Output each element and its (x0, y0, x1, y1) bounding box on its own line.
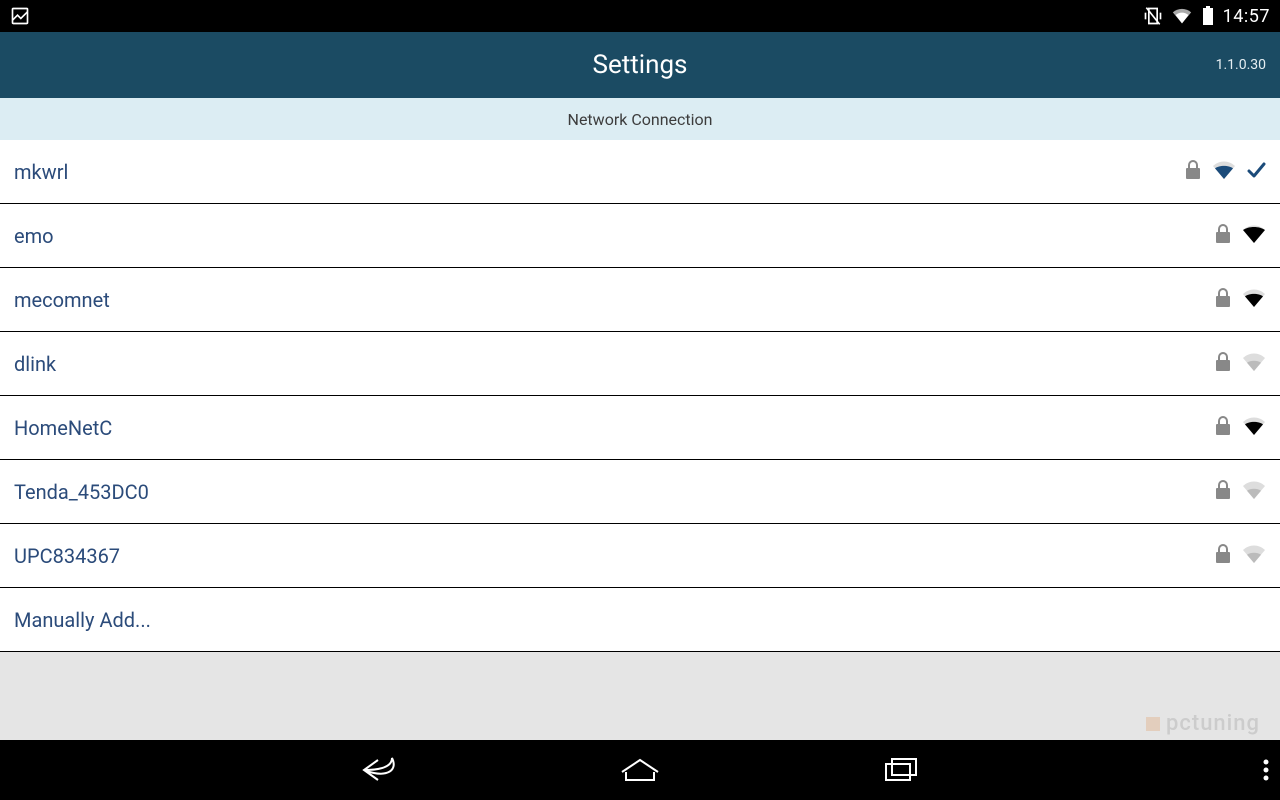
nav-recent-button[interactable] (870, 750, 930, 790)
wifi-ssid-label: mecomnet (14, 288, 1214, 312)
wifi-status-icon (1171, 6, 1193, 26)
watermark: pctuning (1146, 711, 1260, 736)
nav-home-button[interactable] (610, 750, 670, 790)
wifi-network-row[interactable]: Tenda_453DC0 (0, 460, 1280, 524)
section-header-label: Network Connection (568, 110, 713, 129)
lock-icon (1214, 352, 1232, 376)
wifi-signal-icon (1242, 223, 1266, 249)
wifi-ssid-label: dlink (14, 352, 1214, 376)
wifi-row-icons (1214, 223, 1266, 249)
app-header: Settings 1.1.0.30 (0, 32, 1280, 98)
status-clock: 14:57 (1223, 6, 1270, 27)
wifi-network-row[interactable]: dlink (0, 332, 1280, 396)
wifi-signal-icon (1242, 415, 1266, 441)
android-nav-bar (0, 740, 1280, 800)
wifi-network-list: mkwrl emo mecomnet dlink HomeNetC Tenda_453DC… (0, 140, 1280, 652)
wifi-ssid-label: UPC834367 (14, 544, 1214, 568)
nav-overflow-button[interactable] (1262, 740, 1270, 800)
wifi-row-icons (1214, 351, 1266, 377)
wifi-signal-icon (1242, 287, 1266, 313)
manually-add-label: Manually Add... (14, 608, 1266, 632)
wifi-network-row[interactable]: UPC834367 (0, 524, 1280, 588)
connected-check-icon (1246, 160, 1266, 184)
lock-icon (1184, 160, 1202, 184)
wifi-network-row[interactable]: mkwrl (0, 140, 1280, 204)
section-header-network: Network Connection (0, 98, 1280, 140)
lock-icon (1214, 480, 1232, 504)
wifi-row-icons (1214, 287, 1266, 313)
android-status-bar: 14:57 (0, 0, 1280, 32)
wifi-signal-icon (1242, 479, 1266, 505)
wifi-ssid-label: mkwrl (14, 160, 1184, 184)
wifi-network-row[interactable]: emo (0, 204, 1280, 268)
lock-icon (1214, 224, 1232, 248)
nav-back-button[interactable] (350, 750, 410, 790)
watermark-square-icon (1146, 717, 1160, 731)
wifi-network-row[interactable]: mecomnet (0, 268, 1280, 332)
manually-add-row[interactable]: Manually Add... (0, 588, 1280, 652)
wifi-row-icons (1214, 415, 1266, 441)
wifi-signal-icon (1242, 543, 1266, 569)
lock-icon (1214, 544, 1232, 568)
vibrate-icon (1143, 6, 1163, 26)
wifi-ssid-label: HomeNetC (14, 416, 1214, 440)
wifi-ssid-label: emo (14, 224, 1214, 248)
watermark-text: pctuning (1166, 711, 1260, 736)
screenshot-notification-icon (10, 6, 30, 26)
wifi-signal-icon (1242, 351, 1266, 377)
wifi-ssid-label: Tenda_453DC0 (14, 480, 1214, 504)
lock-icon (1214, 288, 1232, 312)
wifi-row-icons (1214, 479, 1266, 505)
wifi-signal-icon (1212, 159, 1236, 185)
wifi-network-row[interactable]: HomeNetC (0, 396, 1280, 460)
page-title: Settings (593, 50, 688, 80)
wifi-row-icons (1214, 543, 1266, 569)
app-version: 1.1.0.30 (1216, 57, 1266, 73)
wifi-row-icons (1184, 159, 1266, 185)
battery-icon (1201, 6, 1215, 26)
lock-icon (1214, 416, 1232, 440)
